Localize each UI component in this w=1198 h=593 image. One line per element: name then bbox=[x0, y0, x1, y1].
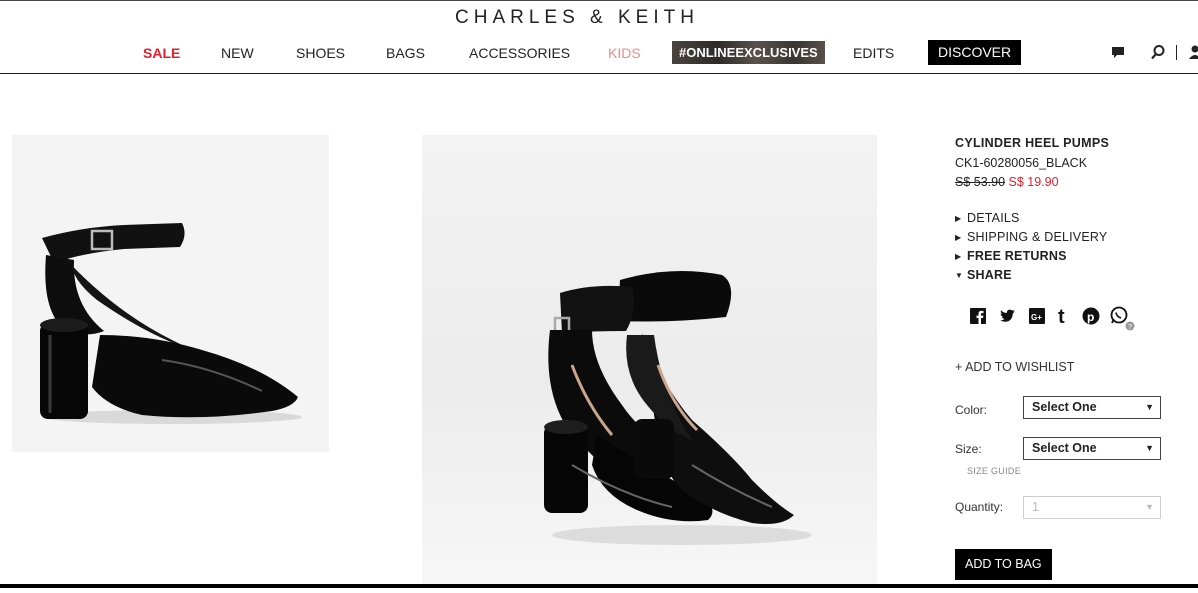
bottom-divider bbox=[0, 584, 1198, 588]
product-sku: CK1-60280056_BLACK bbox=[955, 156, 1087, 170]
accordion-details-label: DETAILS bbox=[967, 211, 1020, 225]
dropdown-arrow-icon: ▼ bbox=[1145, 397, 1154, 418]
add-to-bag-button[interactable]: ADD TO BAG bbox=[955, 549, 1052, 580]
color-select-value: Select One bbox=[1032, 400, 1097, 414]
caret-right-icon: ▶ bbox=[955, 233, 967, 242]
pinterest-icon[interactable]: p bbox=[1081, 306, 1101, 326]
nav-edits[interactable]: EDITS bbox=[853, 45, 894, 61]
accordion-returns-label: FREE RETURNS bbox=[967, 249, 1067, 263]
twitter-icon[interactable] bbox=[999, 306, 1017, 326]
accordion-details[interactable]: ▶DETAILS bbox=[955, 211, 1020, 225]
accordion-returns[interactable]: ▶FREE RETURNS bbox=[955, 249, 1067, 263]
quantity-select[interactable]: 1 ▼ bbox=[1023, 496, 1161, 519]
nav-online-exclusives[interactable]: #ONLINEEXCLUSIVES bbox=[672, 41, 825, 64]
dropdown-arrow-icon: ▼ bbox=[1145, 438, 1154, 459]
product-title: CYLINDER HEEL PUMPS bbox=[955, 136, 1109, 150]
nav-kids[interactable]: KIDS bbox=[608, 45, 641, 61]
user-icon[interactable] bbox=[1188, 44, 1198, 60]
accordion-share[interactable]: ▼SHARE bbox=[955, 268, 1012, 282]
size-select-value: Select One bbox=[1032, 441, 1097, 455]
nav-new[interactable]: NEW bbox=[221, 45, 254, 61]
add-to-wishlist-link[interactable]: + ADD TO WISHLIST bbox=[955, 360, 1074, 374]
nav-shoes[interactable]: SHOES bbox=[296, 45, 345, 61]
shoe-side-view-image bbox=[12, 135, 329, 452]
chat-icon[interactable] bbox=[1110, 44, 1126, 60]
google-plus-icon[interactable]: G+ bbox=[1028, 306, 1046, 326]
accordion-share-label: SHARE bbox=[967, 268, 1012, 282]
size-select[interactable]: Select One ▼ bbox=[1023, 437, 1161, 460]
whatsapp-icon[interactable]: ? bbox=[1110, 306, 1138, 334]
size-guide-link[interactable]: SIZE GUIDE bbox=[967, 466, 1021, 476]
color-select[interactable]: Select One ▼ bbox=[1023, 396, 1161, 419]
nav-discover[interactable]: DISCOVER bbox=[928, 40, 1021, 65]
accordion-shipping-label: SHIPPING & DELIVERY bbox=[967, 230, 1107, 244]
shoe-pair-image bbox=[422, 135, 877, 588]
caret-down-icon: ▼ bbox=[955, 271, 967, 280]
product-thumbnail[interactable] bbox=[12, 135, 329, 452]
quantity-label: Quantity: bbox=[955, 500, 1003, 514]
nav-bags[interactable]: BAGS bbox=[386, 45, 425, 61]
color-label: Color: bbox=[955, 403, 987, 417]
nav-sale[interactable]: SALE bbox=[143, 45, 180, 61]
accordion-shipping[interactable]: ▶SHIPPING & DELIVERY bbox=[955, 230, 1107, 244]
sale-price: S$ 19.90 bbox=[1009, 175, 1059, 189]
svg-text:p: p bbox=[1087, 310, 1094, 324]
search-icon[interactable] bbox=[1150, 44, 1166, 60]
dropdown-arrow-icon: ▼ bbox=[1145, 497, 1154, 518]
svg-text:t: t bbox=[1058, 306, 1065, 326]
facebook-icon[interactable] bbox=[969, 306, 987, 326]
product-price: S$ 53.90 S$ 19.90 bbox=[955, 175, 1059, 189]
site-header: CHARLES & KEITH SALE NEW SHOES BAGS ACCE… bbox=[0, 0, 1198, 74]
header-divider bbox=[1176, 45, 1177, 60]
size-label: Size: bbox=[955, 442, 982, 456]
svg-text:G+: G+ bbox=[1031, 313, 1042, 322]
svg-text:?: ? bbox=[1128, 324, 1132, 331]
original-price: S$ 53.90 bbox=[955, 175, 1005, 189]
brand-logo[interactable]: CHARLES & KEITH bbox=[0, 7, 1154, 29]
quantity-select-value: 1 bbox=[1032, 500, 1039, 514]
tumblr-icon[interactable]: t bbox=[1056, 306, 1072, 326]
caret-right-icon: ▶ bbox=[955, 252, 967, 261]
caret-right-icon: ▶ bbox=[955, 214, 967, 223]
product-main-image[interactable] bbox=[422, 135, 877, 588]
nav-accessories[interactable]: ACCESSORIES bbox=[469, 45, 570, 61]
